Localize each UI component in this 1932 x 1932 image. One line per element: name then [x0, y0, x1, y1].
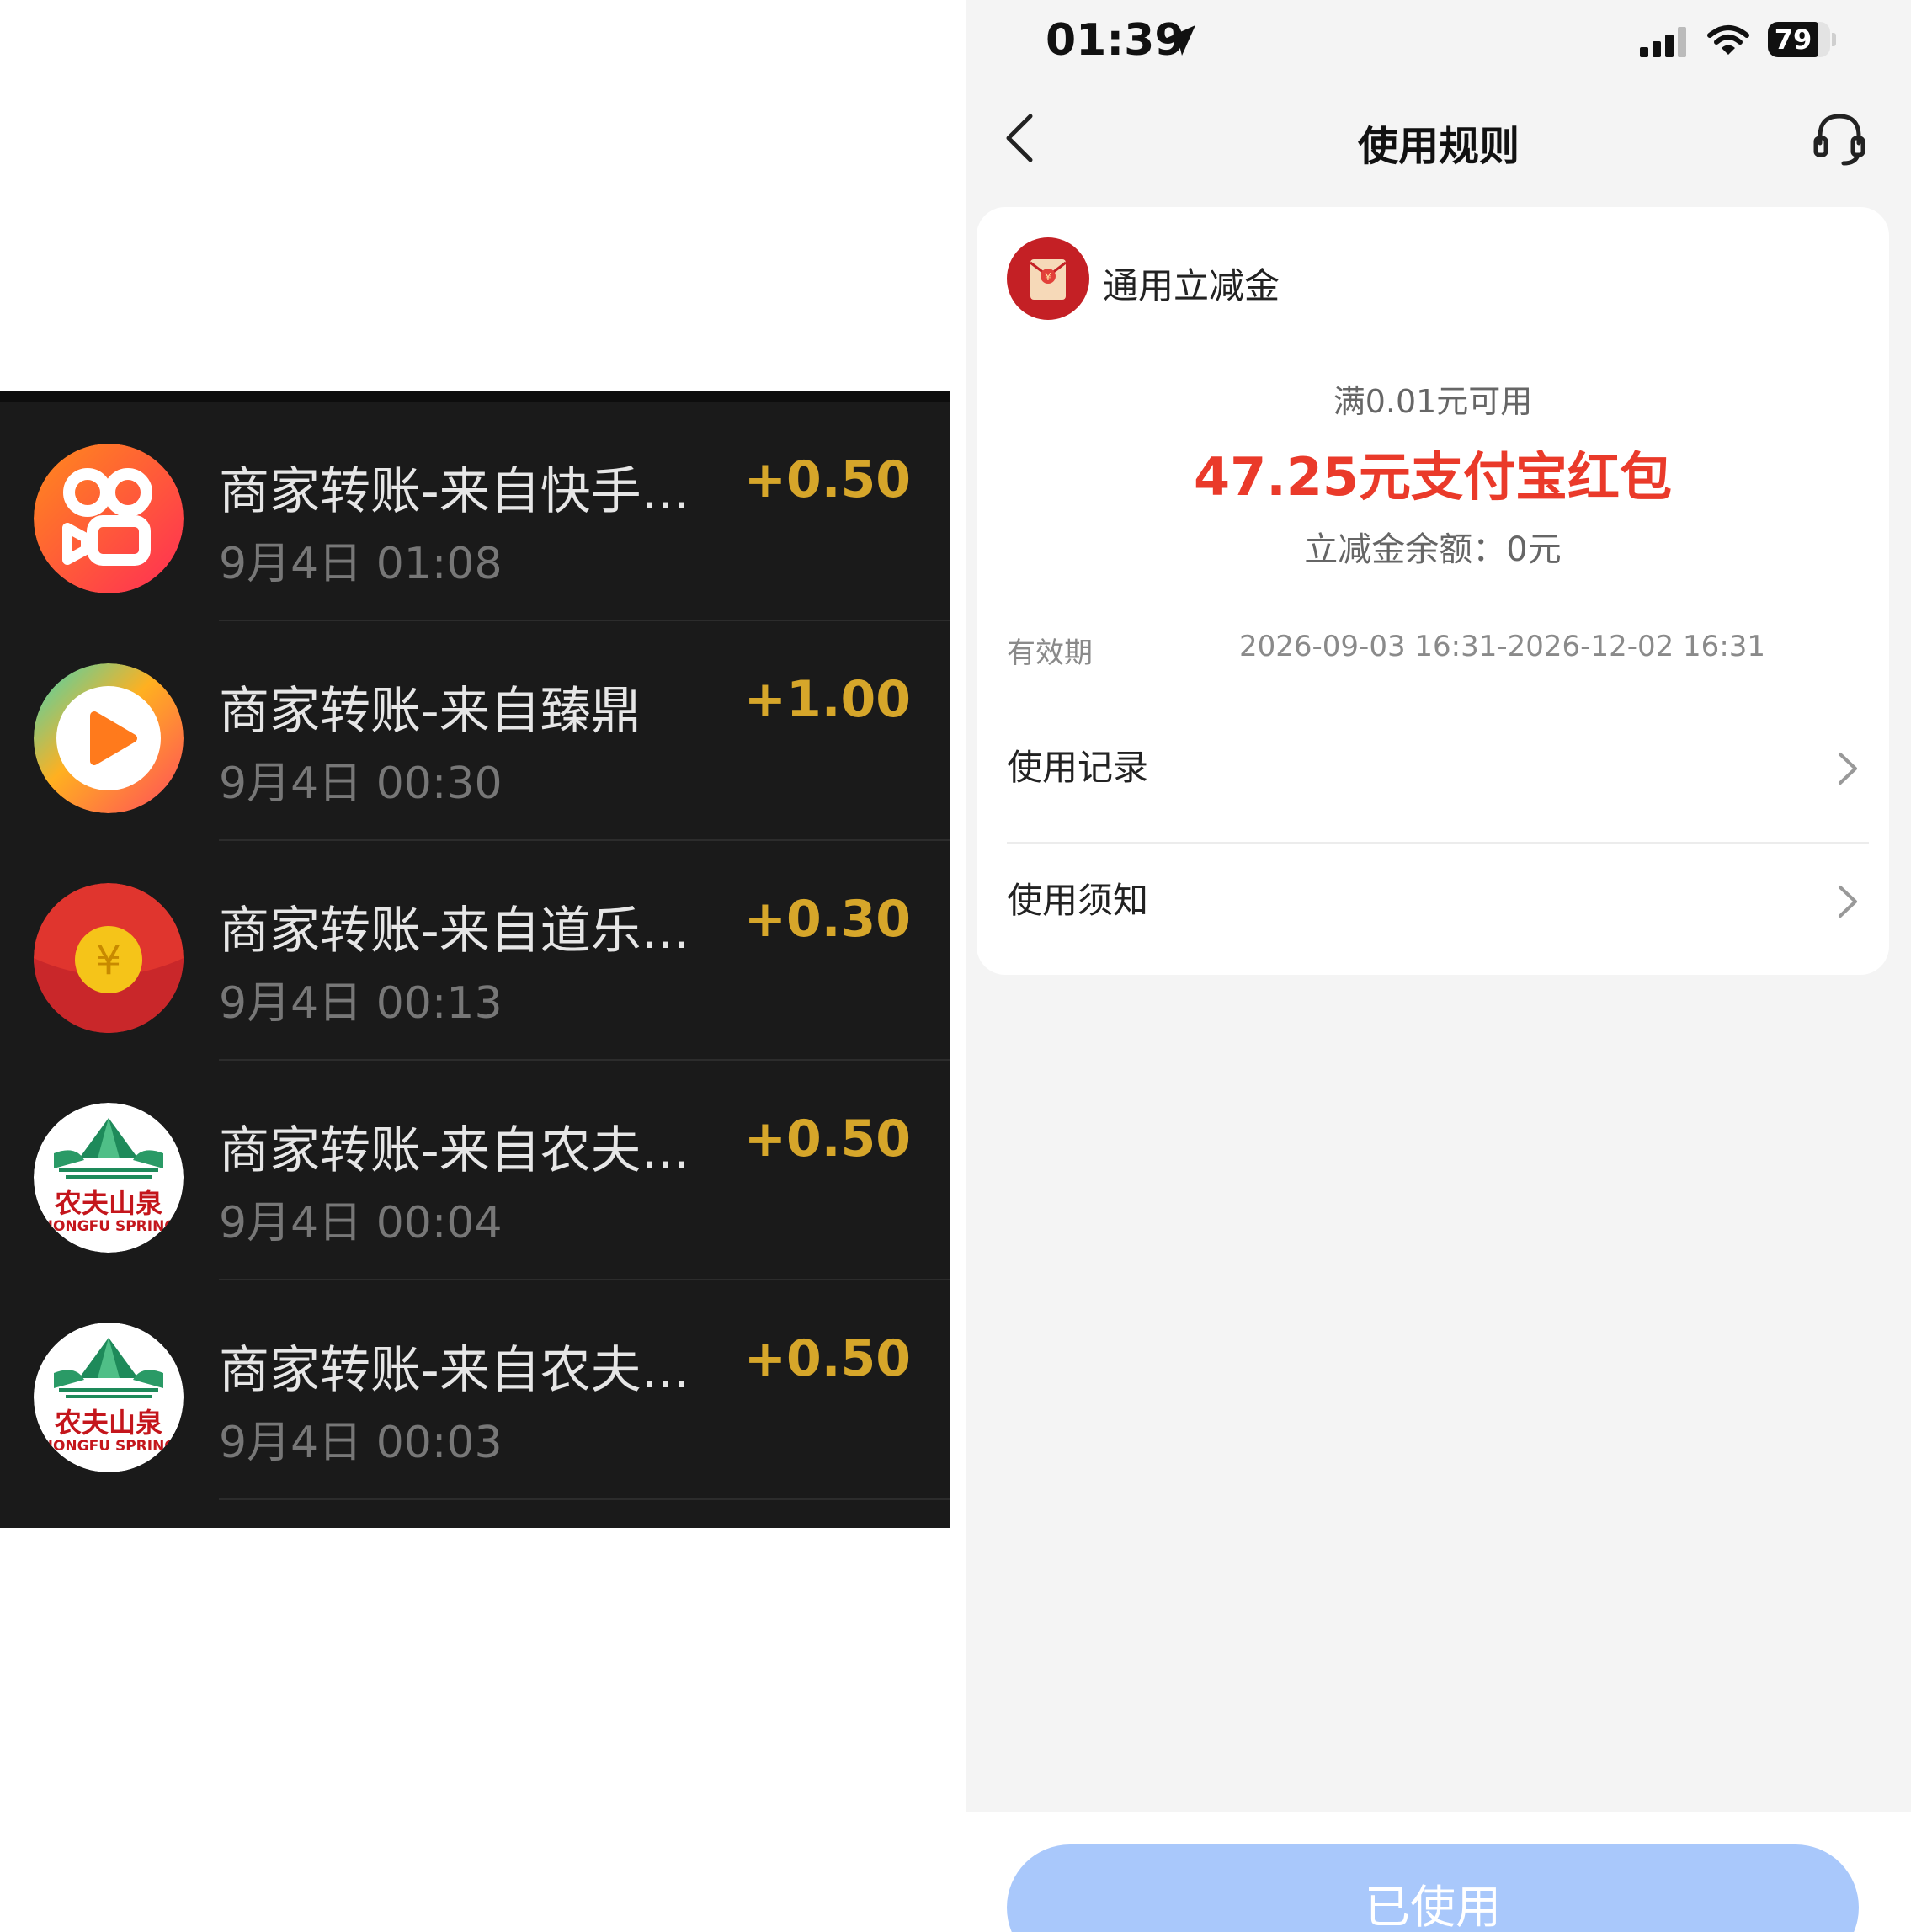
chevron-right-icon	[1839, 753, 1857, 785]
txn-amount: +0.30	[743, 890, 911, 949]
red-envelope-icon: ¥	[1007, 237, 1089, 320]
coupon-condition: 满0.01元可用	[1333, 383, 1533, 420]
kuaishou-logo-icon	[34, 444, 184, 593]
coupon-amount-title: 47.25元支付宝红包	[1193, 446, 1673, 508]
svg-text:¥: ¥	[96, 937, 122, 984]
nongfu-spring-logo-icon: 农夫山泉 NONGFU SPRING	[34, 1323, 184, 1472]
used-button[interactable]: 已使用	[1007, 1844, 1859, 1932]
video-play-logo-icon	[34, 663, 184, 813]
txn-title: 商家转账-来自农夫...	[219, 1121, 689, 1180]
txn-time: 9月4日 00:03	[219, 1418, 503, 1468]
svg-text:¥: ¥	[1045, 271, 1051, 283]
divider	[219, 1498, 950, 1500]
txn-title: 商家转账-来自农夫...	[219, 1341, 689, 1400]
nav-bar: 使用规则	[966, 93, 1911, 185]
location-arrow-icon	[1165, 25, 1195, 56]
status-bar: 01:39 79	[966, 0, 1911, 84]
txn-time: 9月4日 00:04	[219, 1198, 503, 1248]
txn-time: 9月4日 00:30	[219, 758, 503, 809]
txn-title: 商家转账-来自臻鼎	[219, 682, 641, 741]
coupon-card: ¥ 通用立减金 满0.01元可用 47.25元支付宝红包 立减金余额：0元 有效…	[977, 207, 1889, 975]
txn-amount: +1.00	[743, 670, 911, 729]
chevron-right-icon	[1839, 886, 1857, 918]
coupon-name: 通用立减金	[1103, 265, 1280, 306]
nongfu-spring-logo-icon: 农夫山泉 NONGFU SPRING	[34, 1103, 184, 1253]
txn-time: 9月4日 00:13	[219, 978, 503, 1029]
svg-text:农夫山泉: 农夫山泉	[55, 1187, 162, 1219]
usage-notice-row[interactable]: 使用须知	[1007, 838, 1869, 965]
bottom-button-bar: 已使用	[966, 1812, 1911, 1932]
txn-time: 9月4日 01:08	[219, 539, 503, 589]
validity-value: 2026-09-03 16:31-2026-12-02 16:31	[1239, 630, 1766, 663]
txn-amount: +0.50	[743, 1329, 911, 1388]
red-envelope-icon: ¥	[34, 883, 184, 1033]
list-item[interactable]: 农夫山泉 NONGFU SPRING 商家转账-来自农夫... 9月4日 00:…	[0, 1061, 950, 1280]
coupon-balance: 立减金余额：0元	[1304, 530, 1562, 569]
svg-text:NONGFU SPRING: NONGFU SPRING	[41, 1438, 177, 1455]
txn-amount: +0.50	[743, 1110, 911, 1168]
row-label: 使用记录	[1007, 747, 1149, 788]
txn-title: 商家转账-来自快手...	[219, 462, 689, 521]
svg-text:NONGFU SPRING: NONGFU SPRING	[41, 1218, 177, 1235]
validity-label: 有效期	[1007, 636, 1093, 670]
list-item[interactable]: 农夫山泉 NONGFU SPRING 商家转账-来自农夫... 9月4日 00:…	[0, 1280, 950, 1500]
txn-title: 商家转账-来自道乐...	[219, 902, 689, 961]
row-label: 使用须知	[1007, 880, 1149, 921]
customer-service-icon[interactable]	[1812, 111, 1867, 167]
page-title: 使用规则	[1357, 123, 1520, 170]
usage-rules-screen: 01:39 79 使用规则 ¥ 通用立减金 满0.01元可用 47.25元支付宝…	[966, 0, 1911, 1932]
usage-record-row[interactable]: 使用记录	[1007, 705, 1869, 832]
list-item[interactable]: 商家转账-来自快手... 9月4日 01:08 +0.50	[0, 402, 950, 621]
battery-level: 79	[1774, 24, 1812, 56]
battery-icon: 79	[1768, 22, 1837, 57]
list-item[interactable]: ¥ 商家转账-来自道乐... 9月4日 00:13 +0.30	[0, 841, 950, 1061]
txn-amount: +0.50	[743, 450, 911, 509]
list-item[interactable]: 商家转账-来自臻鼎 9月4日 00:30 +1.00	[0, 621, 950, 841]
wifi-icon	[1707, 25, 1749, 55]
svg-text:农夫山泉: 农夫山泉	[55, 1407, 162, 1439]
cellular-signal-icon	[1640, 27, 1686, 57]
transaction-list: 商家转账-来自快手... 9月4日 01:08 +0.50 商家转账-来自臻鼎 …	[0, 391, 950, 1528]
